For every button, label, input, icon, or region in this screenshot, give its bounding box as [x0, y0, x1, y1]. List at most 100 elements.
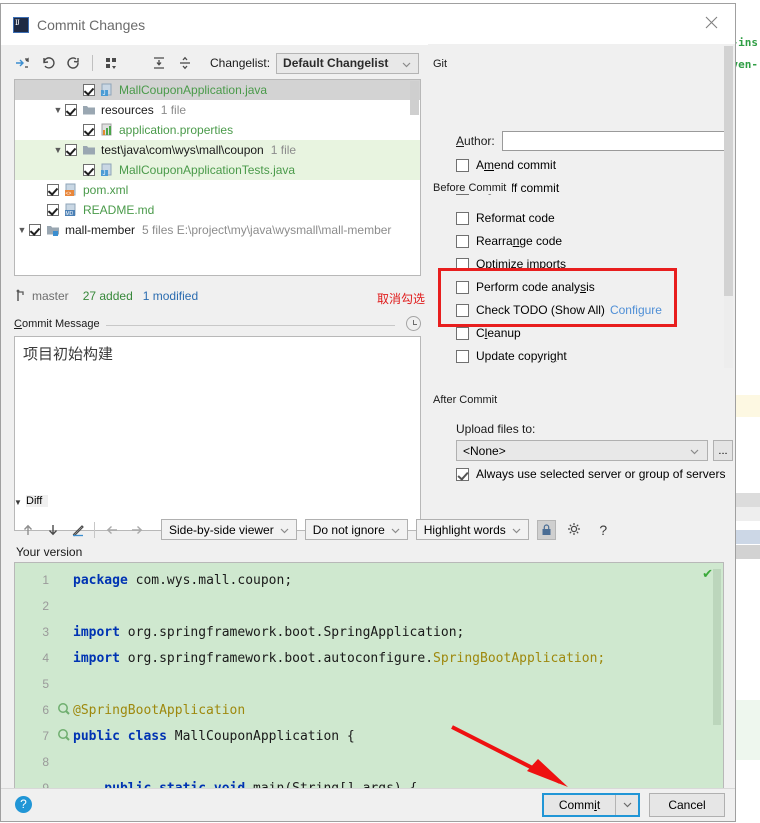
- clock-history-icon[interactable]: [406, 316, 421, 331]
- git-branch-icon: [16, 289, 24, 301]
- checkbox-perform-code-analysis[interactable]: Perform code analysis: [456, 280, 595, 294]
- tree-row-checkbox[interactable]: [65, 104, 77, 116]
- expand-collapse-icon[interactable]: [9, 51, 35, 75]
- changelist-combobox[interactable]: Default Changelist: [276, 52, 420, 74]
- next-difference-icon[interactable]: [40, 518, 65, 541]
- chevron-down-icon: [280, 528, 289, 534]
- upload-server-combobox[interactable]: <None>: [456, 440, 708, 461]
- line-number: 4: [42, 651, 49, 665]
- tree-row-test-java-com-wys-mall-coupon[interactable]: ▼ test\java\com\wys\mall\coupon 1 file: [15, 140, 420, 160]
- xml-file-icon: <>: [64, 183, 79, 197]
- cancel-check-annotation: 取消勾选: [377, 292, 426, 306]
- tree-row-checkbox[interactable]: [83, 84, 95, 96]
- tree-row-pom-xml[interactable]: <> pom.xml: [15, 180, 420, 200]
- diff-highlight-mode-combobox[interactable]: Highlight words: [415, 519, 529, 540]
- properties-file-icon: [100, 123, 115, 137]
- line-number: 5: [42, 677, 49, 691]
- gear-icon[interactable]: [562, 518, 587, 541]
- checkbox-optimize-imports[interactable]: Optimize imports: [456, 257, 566, 271]
- checkbox-reformat-code[interactable]: Reformat code: [456, 211, 555, 225]
- always-use-server-checkbox[interactable]: Always use selected server or group of s…: [456, 467, 725, 481]
- chevron-down-icon: [391, 528, 400, 534]
- code-scrollbar[interactable]: [713, 569, 721, 725]
- commit-button[interactable]: Comm i t: [544, 795, 616, 815]
- bean-icon[interactable]: [57, 701, 73, 719]
- collapse-all-icon[interactable]: [172, 51, 198, 75]
- question-mark-icon[interactable]: ?: [15, 796, 32, 813]
- expand-all-icon[interactable]: [146, 51, 172, 75]
- revert-icon[interactable]: [35, 51, 61, 75]
- configure-link[interactable]: Configure: [610, 303, 662, 317]
- checkbox-check-todo-show-all[interactable]: Check TODO (Show All) Configure: [456, 303, 662, 317]
- checkbox-rearrange-code[interactable]: Rearrange code: [456, 234, 562, 248]
- chevron-down-icon[interactable]: ▼: [51, 105, 65, 115]
- apply-right-icon[interactable]: [124, 518, 149, 541]
- commit-dropdown-button[interactable]: [616, 795, 638, 815]
- checkbox-box: [456, 158, 469, 172]
- checkbox-update-copyright[interactable]: Update copyright: [456, 349, 567, 363]
- java-file-icon: J: [100, 83, 115, 97]
- tree-row-name: MallCouponApplicationTests.java: [119, 163, 296, 177]
- git-section-header: Git: [433, 58, 725, 71]
- tree-scrollbar[interactable]: [410, 81, 419, 115]
- tree-row-resources[interactable]: ▼ resources 1 file: [15, 100, 420, 120]
- background-strip-blue: [732, 530, 760, 544]
- tree-row-checkbox[interactable]: [83, 164, 95, 176]
- edit-icon[interactable]: [65, 518, 90, 541]
- chevron-down-icon[interactable]: ▼: [15, 225, 29, 235]
- group-by-icon[interactable]: [98, 51, 124, 75]
- lock-icon[interactable]: [536, 519, 556, 540]
- tree-row-mallcouponapplication-java[interactable]: J MallCouponApplication.java: [15, 80, 420, 100]
- chevron-down-icon[interactable]: ▼: [51, 145, 65, 155]
- tree-row-name: mall-member: [65, 223, 136, 237]
- tree-row-name: README.md: [83, 203, 155, 217]
- author-row: Author:: [456, 131, 729, 151]
- refresh-icon[interactable]: [61, 51, 87, 75]
- checkbox-label: Update copyright: [476, 349, 567, 363]
- diff-viewer-mode-combobox[interactable]: Side-by-side viewer: [161, 519, 297, 540]
- checkbox-label: Reformat code: [476, 211, 555, 225]
- code-text: package com.wys.mall.coupon;: [73, 572, 293, 588]
- chevron-down-icon: [690, 449, 699, 455]
- your-version-label: Your version: [16, 545, 83, 559]
- tree-row-checkbox[interactable]: [65, 144, 77, 156]
- prev-difference-icon[interactable]: [15, 518, 40, 541]
- before-commit-header: Before Commit: [433, 182, 725, 195]
- tree-row-checkbox[interactable]: [47, 184, 59, 196]
- diff-code-viewer[interactable]: ✔ 1 package com.wys.mall.coupon; 2 3 import …: [14, 562, 724, 790]
- commit-changes-dialog: Commit Changes C: [0, 3, 736, 822]
- chevron-down-icon: [402, 62, 411, 67]
- diff-toolbar: Side-by-side viewer Do not ignore Highli…: [15, 517, 616, 542]
- diff-section-header[interactable]: ▼ Diff: [14, 495, 724, 509]
- checkbox-amend-commit[interactable]: Amend commit: [456, 158, 556, 172]
- changelist-label: Changelist:: [210, 56, 271, 70]
- tree-row-mallcouponapplicationtests-java[interactable]: J MallCouponApplicationTests.java: [15, 160, 420, 180]
- modified-count: 1 modified: [142, 289, 199, 303]
- checkbox-cleanup[interactable]: Cleanup: [456, 326, 521, 340]
- changed-files-tree[interactable]: J MallCouponApplication.java ▼ resources 1 f…: [14, 79, 421, 276]
- options-scrollbar[interactable]: [724, 46, 733, 368]
- question-mark-icon[interactable]: ?: [591, 518, 616, 541]
- commit-button-group: Comm i t: [542, 793, 640, 817]
- svg-text:MD: MD: [66, 211, 74, 217]
- diff-ignore-mode-combobox[interactable]: Do not ignore: [304, 519, 408, 540]
- close-icon[interactable]: [689, 4, 735, 43]
- checkbox-box: [456, 303, 469, 317]
- checkbox-label: Perform code analysis: [476, 280, 595, 294]
- tree-row-mall-member[interactable]: ▼ mall-member 5 files E:\project\my\java\w…: [15, 220, 420, 240]
- author-input[interactable]: [501, 131, 729, 151]
- tree-row-application-properties[interactable]: application.properties: [15, 120, 420, 140]
- apply-left-icon[interactable]: [99, 518, 124, 541]
- code-line-4: 4 import org.springframework.boot.autocon…: [15, 645, 723, 671]
- tree-row-checkbox[interactable]: [47, 204, 59, 216]
- bean-icon[interactable]: [57, 727, 73, 745]
- cancel-button[interactable]: Cancel: [649, 793, 725, 817]
- tree-row-readme-md[interactable]: MD README.md: [15, 200, 420, 220]
- browse-server-button[interactable]: ...: [713, 440, 733, 461]
- tree-row-checkbox[interactable]: [29, 224, 41, 236]
- code-line-5: 5: [15, 671, 723, 697]
- tree-row-checkbox[interactable]: [83, 124, 95, 136]
- checkmark-icon: ✔: [702, 566, 713, 581]
- tree-row-meta: 1 file: [270, 143, 297, 157]
- module-icon: [46, 223, 61, 237]
